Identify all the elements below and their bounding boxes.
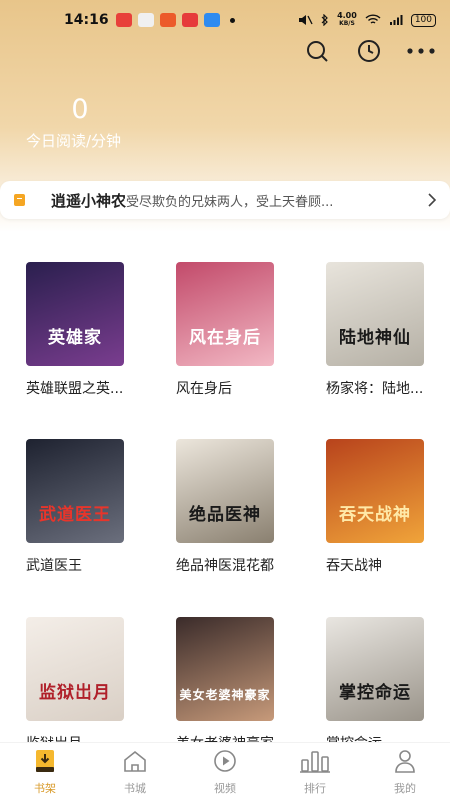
- book-cover: 绝品医神: [176, 439, 274, 543]
- book-tag-icon: [14, 194, 25, 206]
- nav-label: 书架: [34, 781, 56, 795]
- ranking-icon: [299, 748, 331, 778]
- status-indicators: 4.00 KB/S 100: [297, 12, 436, 28]
- book-title: 风在身后: [176, 381, 232, 397]
- book-cover: 风在身后: [176, 262, 274, 366]
- status-app-icons: [116, 13, 220, 27]
- nav-item-ranking[interactable]: 排行: [270, 743, 360, 800]
- book-item[interactable]: 掌控命运掌控命运: [326, 617, 450, 753]
- video-icon: [212, 748, 238, 778]
- nav-label: 书城: [124, 781, 146, 795]
- app-notification-icon: [160, 13, 176, 27]
- cover-title: 吞天战神: [339, 505, 411, 525]
- cover-title: 掌控命运: [339, 683, 411, 703]
- wifi-icon: [365, 14, 381, 24]
- book-title: 绝品神医混花都: [176, 558, 274, 574]
- recommendation-title: 逍遥小神农: [51, 191, 127, 210]
- nav-label: 视频: [214, 781, 236, 795]
- clock-icon: [358, 40, 380, 62]
- more-icon: [407, 48, 435, 54]
- cover-title: 英雄家: [48, 328, 102, 348]
- nav-label: 我的: [394, 781, 416, 795]
- book-cover: 英雄家: [26, 262, 124, 366]
- speed-unit: KB/S: [339, 20, 355, 27]
- status-bar: 14:16 4.00 KB/S 100: [0, 0, 450, 40]
- book-item[interactable]: 陆地神仙杨家将：陆地...: [326, 262, 450, 398]
- battery-indicator: 100: [410, 13, 436, 27]
- cover-title: 风在身后: [189, 328, 261, 348]
- nav-item-bookshelf[interactable]: 书架: [0, 743, 90, 800]
- top-toolbar: [302, 36, 436, 66]
- book-item[interactable]: 英雄家英雄联盟之英...: [26, 262, 156, 398]
- recommendation-description: 受尽欺负的兄妹两人，受上天眷顾...: [126, 194, 334, 210]
- history-button[interactable]: [354, 36, 384, 66]
- bookstore-icon: [122, 748, 148, 778]
- book-item[interactable]: 监狱岀月监狱岀月: [26, 617, 156, 753]
- profile-icon: [392, 748, 418, 778]
- book-cover: 吞天战神: [326, 439, 424, 543]
- book-cover: 监狱岀月: [26, 617, 124, 721]
- book-cover: 掌控命运: [326, 617, 424, 721]
- search-button[interactable]: [302, 36, 332, 66]
- speed-value: 4.00: [337, 11, 357, 20]
- book-item[interactable]: 风在身后 风在身后: [176, 262, 306, 398]
- nav-label: 排行: [304, 781, 326, 795]
- book-item[interactable]: 绝品医神绝品神医混花都: [176, 439, 306, 575]
- book-title: 吞天战神: [326, 558, 382, 574]
- bookshelf-icon: [32, 748, 58, 778]
- book-title: 武道医王: [26, 558, 82, 574]
- network-speed: 4.00 KB/S: [337, 12, 357, 28]
- cover-title: 陆地神仙: [339, 328, 411, 348]
- app-notification-icon: [138, 13, 154, 27]
- book-cover: 陆地神仙: [326, 262, 424, 366]
- recommendation-bar[interactable]: 逍遥小神农 受尽欺负的兄妹两人，受上天眷顾...: [0, 181, 450, 219]
- app-notification-icon: [182, 13, 198, 27]
- signal-icon: [389, 15, 403, 25]
- book-cover: 美女老婆神豪家: [176, 617, 274, 721]
- nav-item-profile[interactable]: 我的: [360, 743, 450, 800]
- book-item[interactable]: 武道医王 武道医王: [26, 439, 156, 575]
- today-reading-minutes: 0: [71, 94, 89, 125]
- book-item[interactable]: 美女老婆神豪家美女老婆神豪家: [176, 617, 306, 753]
- bluetooth-icon: [321, 14, 328, 26]
- cover-title: 武道医王: [39, 505, 111, 525]
- today-reading-label: 今日阅读/分钟: [26, 132, 122, 150]
- bottom-navigation: 书架 书城 视频 排行 我的: [0, 742, 450, 800]
- cover-title: 监狱岀月: [39, 683, 111, 703]
- book-item[interactable]: 吞天战神 吞天战神: [326, 439, 450, 575]
- status-time: 14:16: [64, 12, 109, 28]
- app-notification-icon: [116, 13, 132, 27]
- cover-title: 美女老婆神豪家: [179, 688, 271, 702]
- notification-dot: [230, 17, 235, 23]
- cover-title: 绝品医神: [189, 505, 261, 525]
- mute-icon: [299, 15, 313, 25]
- book-title: 英雄联盟之英...: [26, 381, 124, 397]
- search-icon: [307, 41, 328, 62]
- book-cover: 武道医王: [26, 439, 124, 543]
- book-title: 杨家将：陆地...: [326, 381, 424, 397]
- app-notification-icon: [204, 13, 220, 27]
- nav-item-video[interactable]: 视频: [180, 743, 270, 800]
- chevron-right-icon: [424, 190, 440, 210]
- more-button[interactable]: [406, 36, 436, 66]
- nav-item-bookstore[interactable]: 书城: [90, 743, 180, 800]
